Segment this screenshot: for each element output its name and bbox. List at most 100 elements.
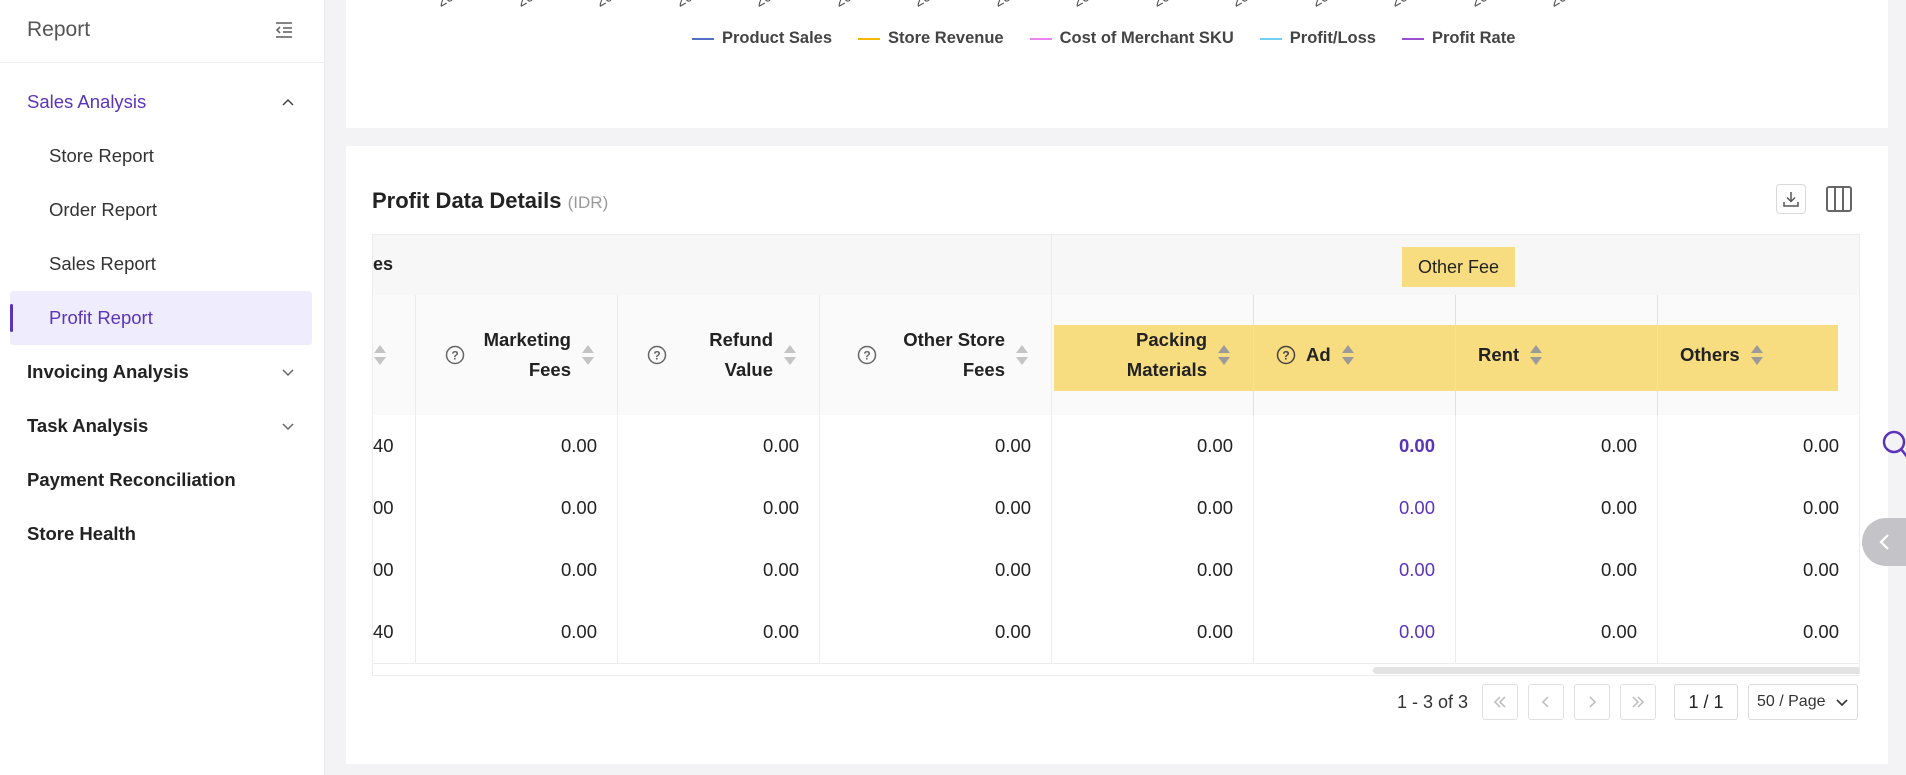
- ad-value-link[interactable]: 0.00: [1254, 601, 1456, 663]
- search-icon[interactable]: [1880, 428, 1906, 462]
- prev-page-button[interactable]: [1528, 684, 1564, 720]
- download-button[interactable]: [1776, 184, 1806, 214]
- chevron-left-icon: [1879, 534, 1889, 550]
- header-label: Other Store Fees: [903, 329, 1005, 380]
- nav-label: Sales Analysis: [27, 91, 147, 112]
- ad-value-link[interactable]: 0.00: [1254, 477, 1456, 539]
- table-cell: 0.00: [1052, 415, 1254, 477]
- header-label: Rent: [1478, 344, 1520, 365]
- table-cell: 0.00: [1456, 477, 1658, 539]
- table-cell: 0.00: [618, 415, 820, 477]
- sort-icon[interactable]: [1750, 343, 1764, 367]
- table-cell: 0.00: [1456, 539, 1658, 601]
- sidebar-title: Report: [27, 18, 91, 41]
- header-content: Packing Materials: [1111, 295, 1231, 415]
- table-cell: 0.00: [1802, 435, 1839, 456]
- table-cell: 0.00: [618, 601, 820, 663]
- help-icon[interactable]: ?: [445, 345, 465, 365]
- table-cell: 40: [373, 415, 416, 477]
- chevron-left-icon: [1541, 696, 1549, 708]
- legend-label: Product Sales: [722, 29, 833, 47]
- sort-icon[interactable]: [1529, 343, 1543, 367]
- nav-label: Order Report: [49, 199, 157, 220]
- nav-payment-reconciliation[interactable]: Payment Reconciliation: [10, 453, 312, 507]
- help-icon[interactable]: ?: [857, 345, 877, 365]
- nav-order-report[interactable]: Order Report: [10, 183, 312, 237]
- x-axis-tick-label: 202: [1229, 0, 1259, 11]
- help-icon[interactable]: ?: [647, 345, 667, 365]
- columns-setting-button[interactable]: [1824, 184, 1854, 214]
- x-axis-tick-label: 202: [832, 0, 862, 11]
- svg-text:?: ?: [653, 349, 660, 363]
- sort-icon[interactable]: [1341, 343, 1355, 367]
- sort-icon[interactable]: [783, 343, 797, 367]
- x-axis-tick-label: 202: [673, 0, 703, 11]
- table-cell: 0.00: [1456, 601, 1658, 663]
- header-label: Marketing Fees: [483, 329, 571, 380]
- nav-sales-analysis[interactable]: Sales Analysis: [10, 75, 312, 129]
- profit-table: es Other Fee ? Marketing Fees ? Refund V…: [372, 234, 1860, 676]
- table-cell: 0.00: [820, 539, 1052, 601]
- legend-item[interactable]: Store Revenue: [858, 29, 1004, 48]
- chevron-down-icon: [1836, 699, 1848, 707]
- collapse-menu-icon[interactable]: [272, 18, 296, 42]
- table-cell: 0.00: [416, 539, 618, 601]
- double-chevron-left-icon: [1493, 696, 1506, 708]
- nav-profit-report[interactable]: Profit Report: [10, 291, 312, 345]
- legend-swatch: [858, 37, 881, 40]
- table-row: 40 0.00 0.00 0.00 0.00 0.00 0.00 0.00: [373, 415, 1859, 478]
- table-cell: 0.00: [1802, 497, 1839, 518]
- x-axis-ticks: 202 202 202 202 202 202 202 202 202 202 202 202 202 2…: [346, 0, 1888, 20]
- header-content: Rent: [1478, 295, 1543, 415]
- table-header-row: ? Marketing Fees ? Refund Value ? Other …: [373, 295, 1859, 416]
- legend-item[interactable]: Cost of Merchant SKU: [1029, 29, 1234, 48]
- section-title-text: Profit Data Details: [372, 188, 562, 213]
- expand-panel-button[interactable]: [1862, 518, 1906, 566]
- download-icon: [1783, 192, 1799, 207]
- legend-swatch: [1259, 37, 1282, 40]
- legend-item[interactable]: Profit/Loss: [1259, 29, 1376, 48]
- header-ad: ? Ad: [1254, 295, 1456, 415]
- header-content: ? Marketing Fees: [445, 295, 595, 415]
- x-axis-tick-label: 202: [434, 0, 464, 11]
- horizontal-scrollbar[interactable]: [1373, 667, 1859, 674]
- nav-store-report[interactable]: Store Report: [10, 129, 312, 183]
- table-cell: 0.00: [820, 415, 1052, 477]
- legend-label: Cost of Merchant SKU: [1059, 29, 1234, 47]
- ad-value-link[interactable]: 0.00: [1254, 415, 1456, 477]
- next-page-button[interactable]: [1574, 684, 1610, 720]
- nav-sales-report[interactable]: Sales Report: [10, 237, 312, 291]
- sort-icon[interactable]: [373, 343, 387, 367]
- table-cell: 00: [373, 477, 416, 539]
- last-page-button[interactable]: [1620, 684, 1656, 720]
- chevron-right-icon: [1589, 696, 1597, 708]
- nav-invoicing-analysis[interactable]: Invoicing Analysis: [10, 345, 312, 399]
- ad-value-link[interactable]: 0.00: [1254, 539, 1456, 601]
- double-chevron-right-icon: [1632, 696, 1645, 708]
- nav-label: Invoicing Analysis: [27, 361, 189, 382]
- x-axis-tick-label: 202: [593, 0, 623, 11]
- sidebar-header: Report: [0, 0, 324, 63]
- legend-item[interactable]: Product Sales: [692, 29, 832, 48]
- nav-store-health[interactable]: Store Health: [10, 507, 312, 561]
- header-refund-value: ? Refund Value: [618, 295, 820, 415]
- x-axis-tick-label: 202: [1547, 0, 1577, 11]
- nav-task-analysis[interactable]: Task Analysis: [10, 399, 312, 453]
- page-size-select[interactable]: 50 / Page: [1748, 684, 1858, 720]
- sort-icon[interactable]: [581, 343, 595, 367]
- x-axis-tick-label: 202: [1309, 0, 1339, 11]
- sort-icon[interactable]: [1015, 343, 1029, 367]
- profit-details-panel: Profit Data Details (IDR) es Other Fee ?…: [346, 146, 1888, 764]
- table-cell: 0.00: [416, 477, 618, 539]
- table-cell: 00: [373, 539, 416, 601]
- pagination-total: 1 - 3 of 3: [1396, 691, 1468, 712]
- legend-item[interactable]: Profit Rate: [1401, 29, 1515, 48]
- table-cell: 0.00: [416, 601, 618, 663]
- table-cell: 0.00: [1456, 415, 1658, 477]
- page-input[interactable]: 1 / 1: [1674, 684, 1738, 720]
- sort-icon[interactable]: [1217, 343, 1231, 367]
- header-other-store-fees: ? Other Store Fees: [820, 295, 1052, 415]
- group-label-fees: es: [373, 254, 394, 274]
- first-page-button[interactable]: [1482, 684, 1518, 720]
- help-icon[interactable]: ?: [1276, 345, 1296, 365]
